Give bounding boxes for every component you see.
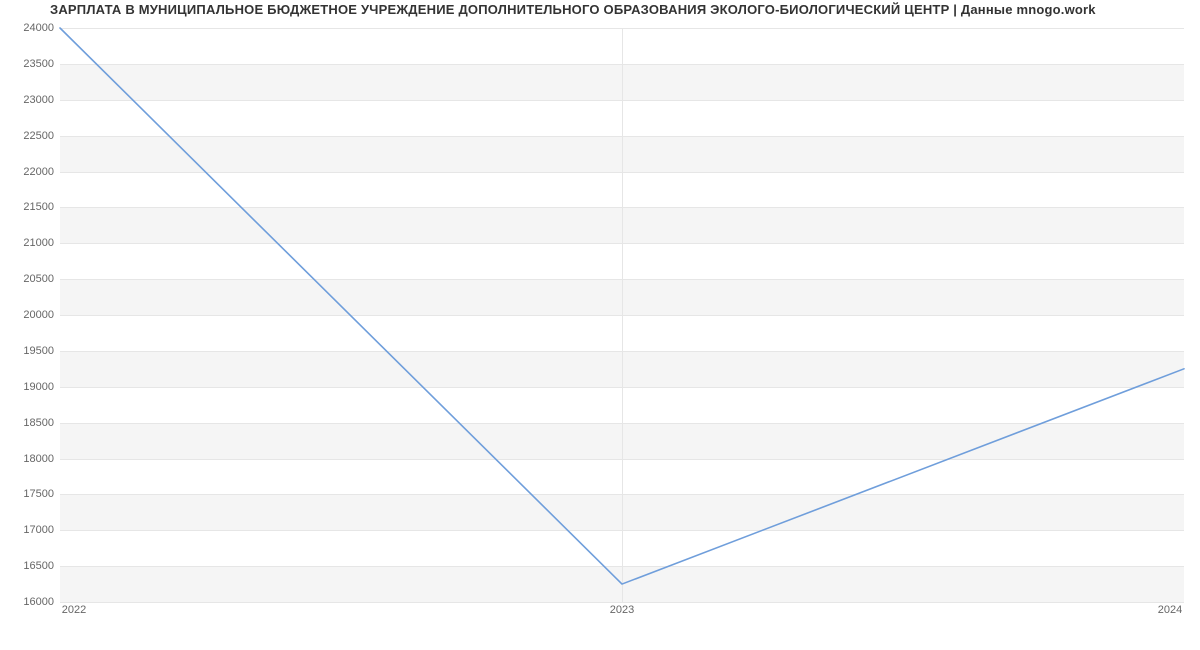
- y-tick-label: 22500: [6, 130, 54, 142]
- y-tick-label: 18000: [6, 453, 54, 465]
- y-tick-label: 20000: [6, 309, 54, 321]
- y-tick-label: 16500: [6, 560, 54, 572]
- line-series: [60, 28, 1184, 602]
- y-gridline: [60, 602, 1184, 603]
- y-tick-label: 17500: [6, 488, 54, 500]
- plot-area: [60, 28, 1184, 602]
- y-tick-label: 20500: [6, 273, 54, 285]
- x-tick-label: 2024: [1158, 604, 1182, 616]
- chart-title: ЗАРПЛАТА В МУНИЦИПАЛЬНОЕ БЮДЖЕТНОЕ УЧРЕЖ…: [50, 2, 1096, 17]
- y-tick-label: 21500: [6, 201, 54, 213]
- salary-line-chart: ЗАРПЛАТА В МУНИЦИПАЛЬНОЕ БЮДЖЕТНОЕ УЧРЕЖ…: [0, 0, 1200, 650]
- y-tick-label: 18500: [6, 417, 54, 429]
- y-tick-label: 17000: [6, 524, 54, 536]
- y-tick-label: 16000: [6, 596, 54, 608]
- y-tick-label: 22000: [6, 166, 54, 178]
- x-tick-label: 2023: [610, 604, 634, 616]
- y-tick-label: 24000: [6, 22, 54, 34]
- y-tick-label: 19500: [6, 345, 54, 357]
- y-tick-label: 19000: [6, 381, 54, 393]
- y-tick-label: 21000: [6, 237, 54, 249]
- y-tick-label: 23500: [6, 58, 54, 70]
- y-tick-label: 23000: [6, 94, 54, 106]
- x-tick-label: 2022: [62, 604, 86, 616]
